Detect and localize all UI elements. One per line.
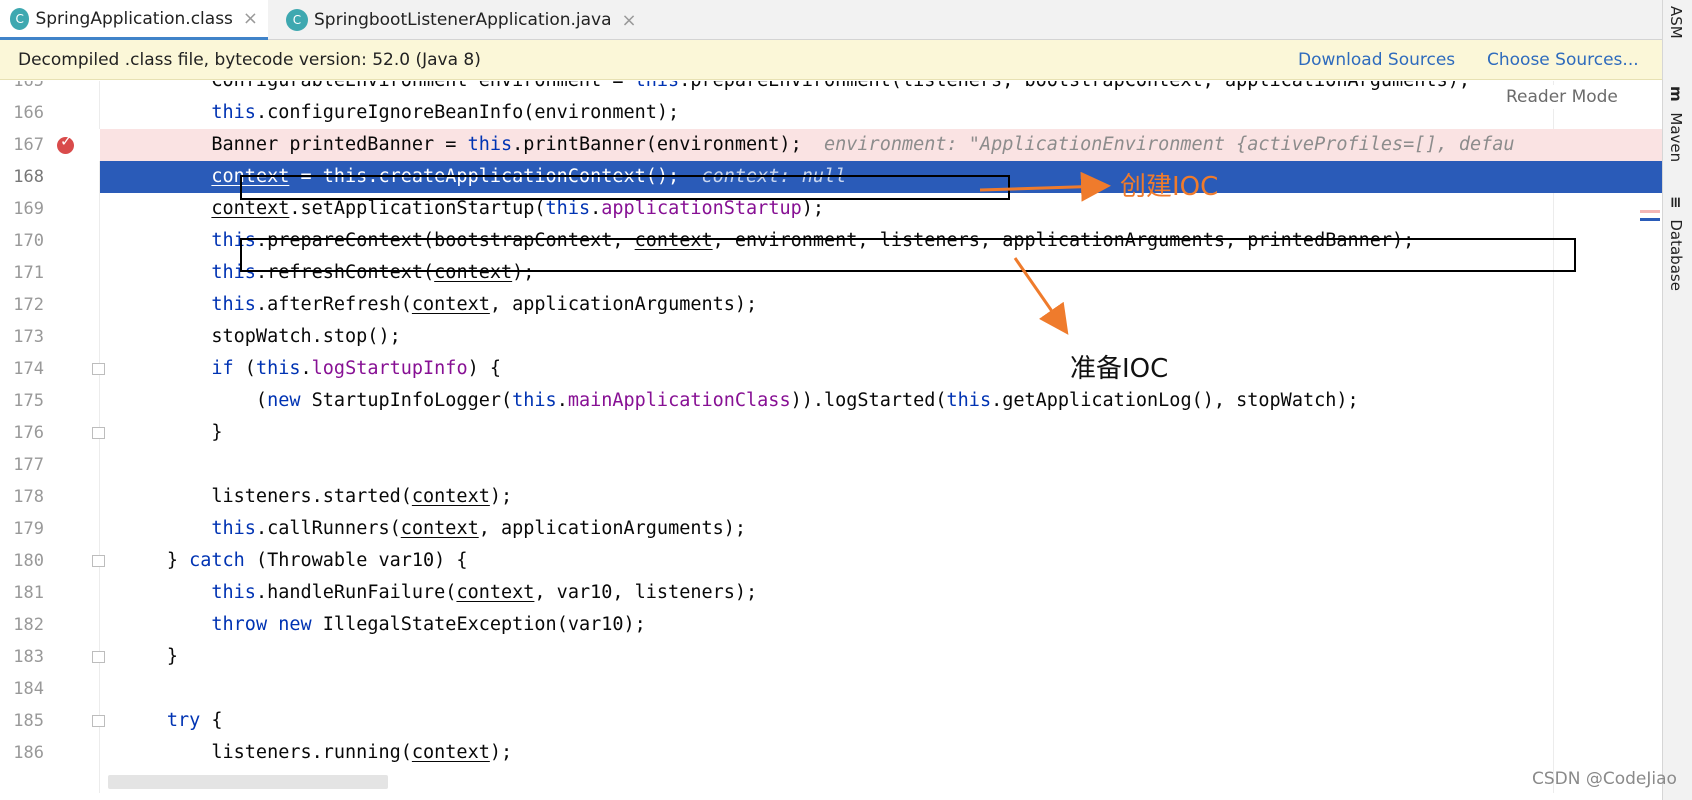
annotation-prepare-ioc: 准备IOC bbox=[1070, 354, 1169, 384]
annotation-create-ioc: 创建IOC bbox=[1120, 172, 1219, 202]
arrow-create-ioc bbox=[979, 171, 1111, 202]
arrow-prepare-ioc bbox=[1013, 257, 1069, 335]
watermark: CSDN @CodeJiao bbox=[1532, 769, 1677, 789]
horizontal-scrollbar[interactable] bbox=[108, 775, 388, 789]
annotation-arrows bbox=[979, 171, 1111, 335]
